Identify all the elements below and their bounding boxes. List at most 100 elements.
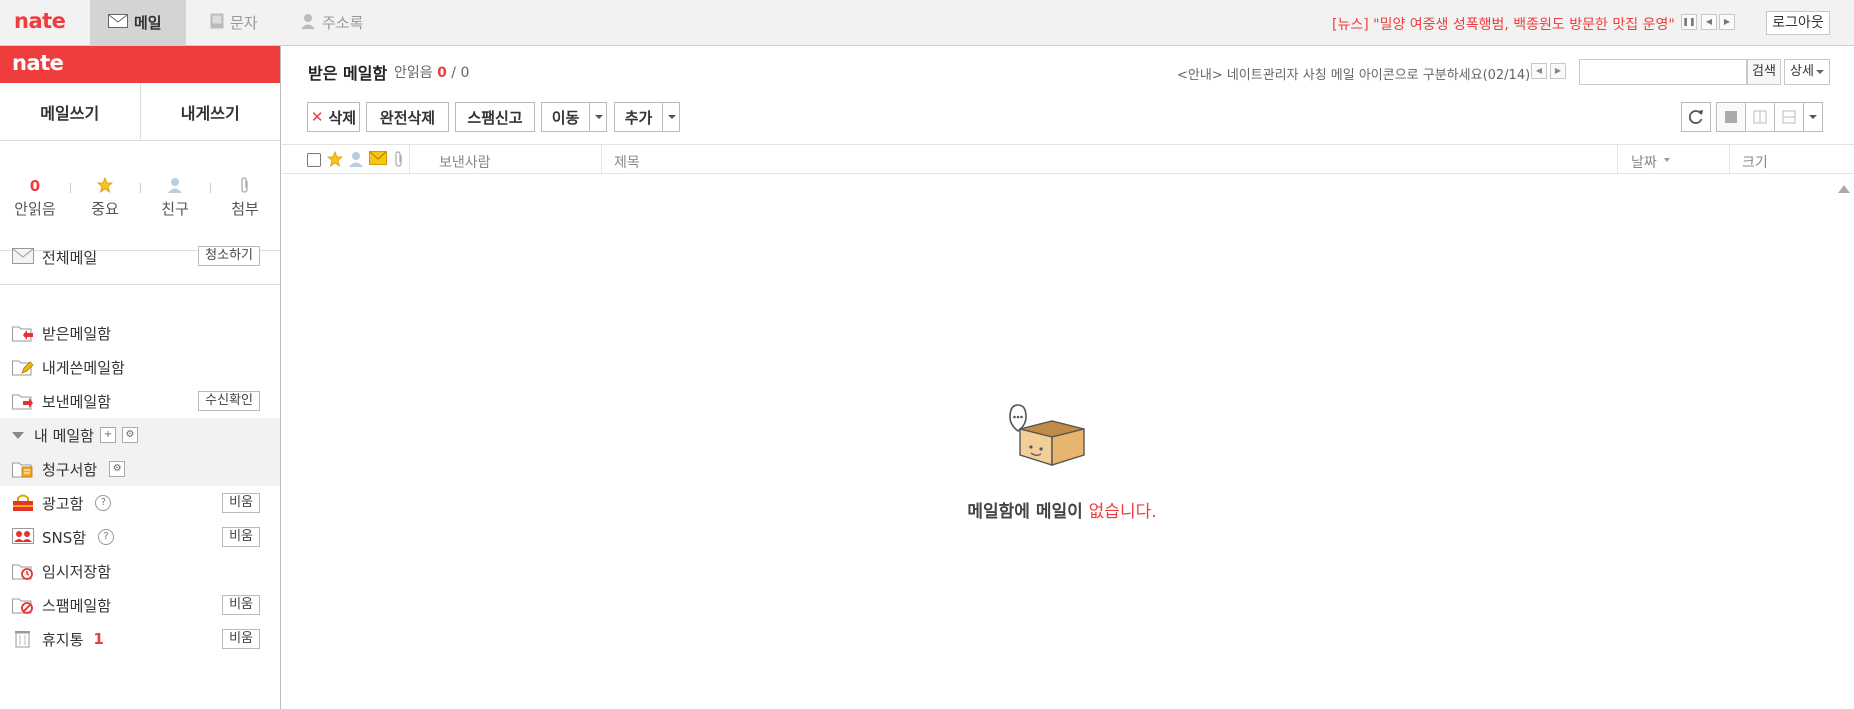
folder-trash[interactable]: 휴지통 1 비움: [0, 622, 280, 656]
view-list-icon[interactable]: [1716, 102, 1746, 132]
unread-summary: 안읽음 0 / 0: [394, 62, 469, 82]
divider: [0, 284, 280, 285]
search-button[interactable]: 검색: [1747, 59, 1781, 85]
empty-sns-button[interactable]: 비움: [222, 527, 260, 547]
chevron-down-icon: [1816, 70, 1824, 74]
star-icon: [70, 176, 140, 195]
trash-icon: [12, 630, 34, 648]
mail-list-pane: 받은 메일함 안읽음 0 / 0 <안내> 네이트관리자 사칭 메일 아이콘으로…: [282, 46, 1854, 709]
folder-inbox-label: 받은메일함: [42, 324, 112, 343]
folder-all-mail[interactable]: 전체메일 청소하기: [0, 240, 280, 274]
inbox-folder-icon: [12, 324, 34, 342]
tab-mail[interactable]: 메일: [90, 0, 186, 45]
read-receipt-button[interactable]: 수신확인: [198, 391, 260, 411]
help-icon[interactable]: ?: [95, 495, 112, 511]
column-sender[interactable]: 보낸사람: [439, 152, 491, 172]
move-button[interactable]: 이동: [541, 102, 590, 132]
envelope-icon: [108, 13, 128, 32]
sort-down-icon[interactable]: [1664, 158, 1670, 162]
folder-inbox[interactable]: 받은메일함: [0, 316, 280, 350]
view-dropdown-icon[interactable]: [1803, 102, 1823, 132]
empty-trash-button[interactable]: 비움: [222, 629, 260, 649]
view-split-vertical-icon[interactable]: [1745, 102, 1775, 132]
tab-contacts[interactable]: 주소록: [282, 0, 392, 45]
column-header: 보낸사람 제목 날짜 크기: [282, 144, 1854, 174]
perm-delete-button[interactable]: 완전삭제: [366, 102, 449, 132]
gear-icon[interactable]: ⚙: [121, 427, 138, 443]
envelope-icon: [12, 248, 34, 266]
notice-text[interactable]: <안내> 네이트관리자 사칭 메일 아이콘으로 구분하세요(02/14): [1177, 64, 1530, 83]
stat-important-label: 중요: [91, 200, 119, 218]
write-row: 메일쓰기 내게쓰기: [0, 83, 280, 141]
notice-next-icon[interactable]: ▶: [1550, 63, 1566, 79]
news-pause-icon[interactable]: ❚❚: [1681, 14, 1697, 30]
folder-spam[interactable]: 스팸메일함 비움: [0, 588, 280, 622]
spam-report-button[interactable]: 스팸신고: [455, 102, 535, 132]
folder-self[interactable]: 내게쓴메일함: [0, 350, 280, 384]
empty-box-illustration: [1006, 391, 1096, 471]
star-icon[interactable]: [326, 150, 344, 171]
write-mail-button[interactable]: 메일쓰기: [0, 83, 140, 140]
folder-all-mail-label: 전체메일: [42, 248, 98, 267]
paperclip-icon: [210, 177, 280, 195]
nate-logo[interactable]: nate: [14, 9, 66, 33]
logout-button[interactable]: 로그아웃: [1766, 11, 1830, 35]
news-ticker[interactable]: [뉴스] "밀양 여중생 성폭행범, 백종원도 방문한 맛집 운영" ...: [1332, 14, 1674, 34]
divider: [601, 145, 602, 174]
close-icon: ✕: [310, 108, 324, 126]
delete-label: 삭제: [328, 108, 357, 127]
news-next-icon[interactable]: ▶: [1719, 14, 1735, 30]
write-self-button[interactable]: 내게쓰기: [139, 83, 281, 140]
add-folder-icon[interactable]: +: [99, 427, 116, 443]
move-dropdown-icon[interactable]: [589, 102, 607, 132]
folder-ads[interactable]: 광고함 ? 비움: [0, 486, 280, 520]
sidebar: nate 메일쓰기 내게쓰기 0 안읽음 중요 친구 첨부 전체메일 청소하기 …: [0, 46, 281, 709]
folder-sent[interactable]: 보낸메일함 수신확인: [0, 384, 280, 418]
trash-count: 1: [93, 630, 104, 648]
paperclip-icon[interactable]: [393, 151, 405, 171]
folder-billing[interactable]: 청구서함 ⚙: [0, 452, 280, 486]
folder-billing-label: 청구서함: [42, 460, 98, 479]
envelope-icon[interactable]: [369, 151, 387, 169]
column-size[interactable]: 크기: [1742, 152, 1768, 172]
notice-prev-icon[interactable]: ◀: [1531, 63, 1547, 79]
delete-button[interactable]: ✕ 삭제: [307, 102, 360, 132]
add-dropdown-icon[interactable]: [662, 102, 680, 132]
refresh-icon[interactable]: [1681, 102, 1711, 132]
column-date[interactable]: 날짜: [1631, 152, 1657, 172]
divider: [409, 145, 410, 174]
empty-spam-button[interactable]: 비움: [222, 595, 260, 615]
view-split-horizontal-icon[interactable]: [1774, 102, 1804, 132]
news-prev-icon[interactable]: ◀: [1701, 14, 1717, 30]
person-icon[interactable]: [348, 151, 364, 171]
folder-sns[interactable]: SNS함 ? 비움: [0, 520, 280, 554]
folder-spam-label: 스팸메일함: [42, 596, 112, 615]
scrollbar-up-icon[interactable]: [1838, 185, 1850, 193]
help-icon[interactable]: ?: [98, 529, 115, 545]
folder-drafts[interactable]: 임시저장함: [0, 554, 280, 588]
top-bar: nate 메일 문자 주소록 [뉴스] "밀양 여중생 성폭행범, 백종원도 방…: [0, 0, 1854, 46]
tab-contacts-label: 주소록: [322, 14, 364, 32]
folder-ads-label: 광고함: [42, 494, 84, 513]
empty-message-suffix: 없습니다.: [1088, 502, 1157, 522]
phone-icon: [210, 13, 224, 33]
add-button[interactable]: 추가: [614, 102, 663, 132]
empty-message-prefix: 메일함에 메일이: [967, 502, 1089, 522]
column-subject[interactable]: 제목: [614, 152, 640, 172]
tab-sms[interactable]: 문자: [192, 0, 280, 45]
search-input[interactable]: [1579, 59, 1747, 85]
select-all-checkbox[interactable]: [307, 153, 321, 167]
stat-attach-label: 첨부: [231, 200, 259, 218]
tab-sms-label: 문자: [230, 14, 258, 32]
empty-ads-button[interactable]: 비움: [222, 493, 260, 513]
clean-button[interactable]: 청소하기: [198, 246, 260, 266]
divider: [1729, 145, 1730, 174]
folder-my-mailbox[interactable]: 내 메일함 + ⚙: [0, 418, 280, 452]
spam-folder-icon: [12, 596, 34, 614]
gear-icon[interactable]: ⚙: [109, 461, 126, 477]
detail-search-button[interactable]: 상세: [1784, 59, 1830, 85]
chevron-down-icon[interactable]: [12, 431, 24, 439]
sent-folder-icon: [12, 392, 34, 410]
sidebar-logo: nate: [0, 46, 280, 83]
folder-sent-label: 보낸메일함: [42, 392, 112, 411]
